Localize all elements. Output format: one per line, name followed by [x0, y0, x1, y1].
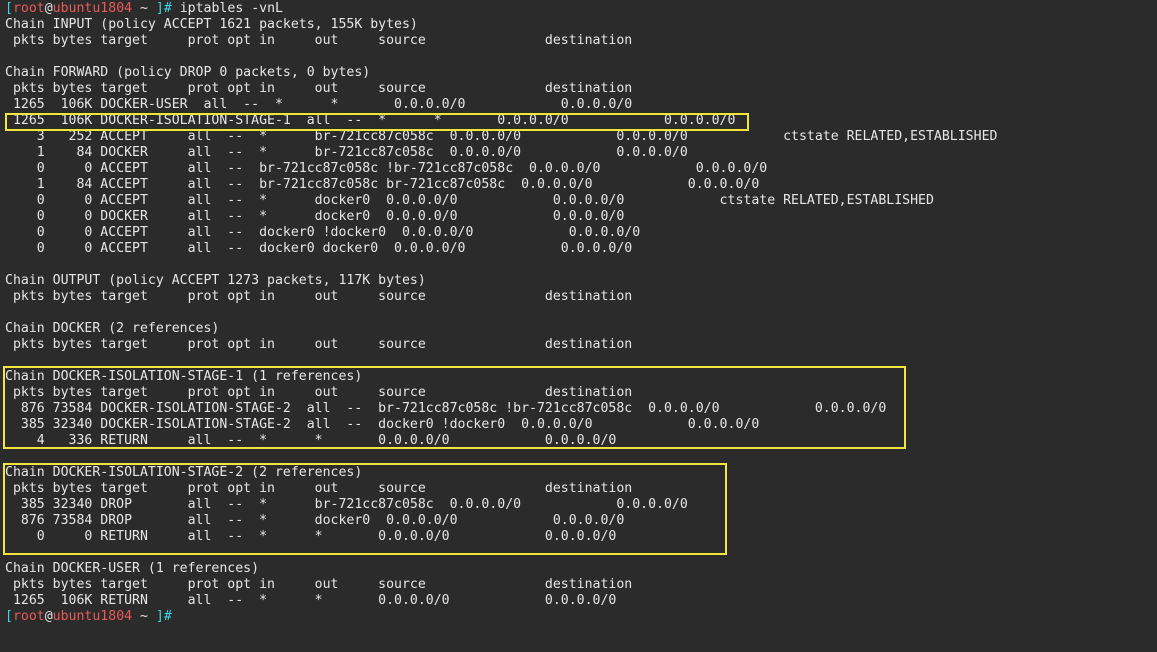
prompt-open-bracket: [	[5, 609, 13, 624]
rule-line: 1 84 ACCEPT all -- br-721cc87c058c br-72…	[5, 177, 760, 192]
column-header-line: pkts bytes target prot opt in out source…	[5, 33, 633, 48]
column-header-line: pkts bytes target prot opt in out source…	[5, 289, 633, 304]
prompt-open-bracket: [	[5, 1, 13, 16]
rule-line: 0 0 ACCEPT all -- br-721cc87c058c !br-72…	[5, 161, 768, 176]
rule-line: 1 84 DOCKER all -- * br-721cc87c058c 0.0…	[5, 145, 688, 160]
column-header-line: pkts bytes target prot opt in out source…	[5, 577, 633, 592]
terminal-window[interactable]: [root@ubuntu1804 ~ ]# iptables -vnL Chai…	[0, 0, 1157, 652]
chain-input-header: Chain INPUT (policy ACCEPT 1621 packets,…	[5, 17, 418, 32]
prompt-user: root	[12, 609, 45, 624]
rule-line: 0 0 DOCKER all -- * docker0 0.0.0.0/0 0.…	[5, 209, 625, 224]
rule-line: 0 0 ACCEPT all -- * docker0 0.0.0.0/0 0.…	[5, 193, 934, 208]
rule-line: 0 0 ACCEPT all -- docker0 !docker0 0.0.0…	[5, 225, 641, 240]
chain-docker-user-header: Chain DOCKER-USER (1 references)	[5, 561, 260, 576]
highlight-box-forward-isolation-rule	[5, 113, 749, 131]
rule-line: 0 0 ACCEPT all -- docker0 docker0 0.0.0.…	[5, 241, 633, 256]
prompt-user: root	[12, 1, 45, 16]
command-prompt-line[interactable]: [root@ubuntu1804 ~ ]#	[5, 609, 997, 625]
prompt-at: @	[44, 1, 53, 16]
prompt-at: @	[44, 609, 53, 624]
column-header-line: pkts bytes target prot opt in out source…	[5, 337, 633, 352]
command-prompt-line: [root@ubuntu1804 ~ ]# iptables -vnL	[5, 1, 997, 17]
rule-line: 3 252 ACCEPT all -- * br-721cc87c058c 0.…	[5, 129, 998, 144]
prompt-close: ]#	[155, 609, 172, 624]
chain-forward-header: Chain FORWARD (policy DROP 0 packets, 0 …	[5, 65, 371, 80]
highlight-box-isolation-stage-1-chain	[3, 366, 906, 449]
chain-docker-header: Chain DOCKER (2 references)	[5, 321, 220, 336]
prompt-command: iptables -vnL	[171, 1, 283, 16]
prompt-close: ]#	[155, 1, 172, 16]
rule-line: 1265 106K RETURN all -- * * 0.0.0.0/0 0.…	[5, 593, 617, 608]
rule-line: 1265 106K DOCKER-USER all -- * * 0.0.0.0…	[5, 97, 633, 112]
prompt-host: ubuntu1804	[52, 1, 133, 16]
prompt-host: ubuntu1804	[52, 609, 133, 624]
prompt-path: ~	[132, 1, 156, 16]
highlight-box-isolation-stage-2-chain	[3, 463, 727, 555]
prompt-path: ~	[132, 609, 156, 624]
chain-output-header: Chain OUTPUT (policy ACCEPT 1273 packets…	[5, 273, 426, 288]
column-header-line: pkts bytes target prot opt in out source…	[5, 81, 633, 96]
